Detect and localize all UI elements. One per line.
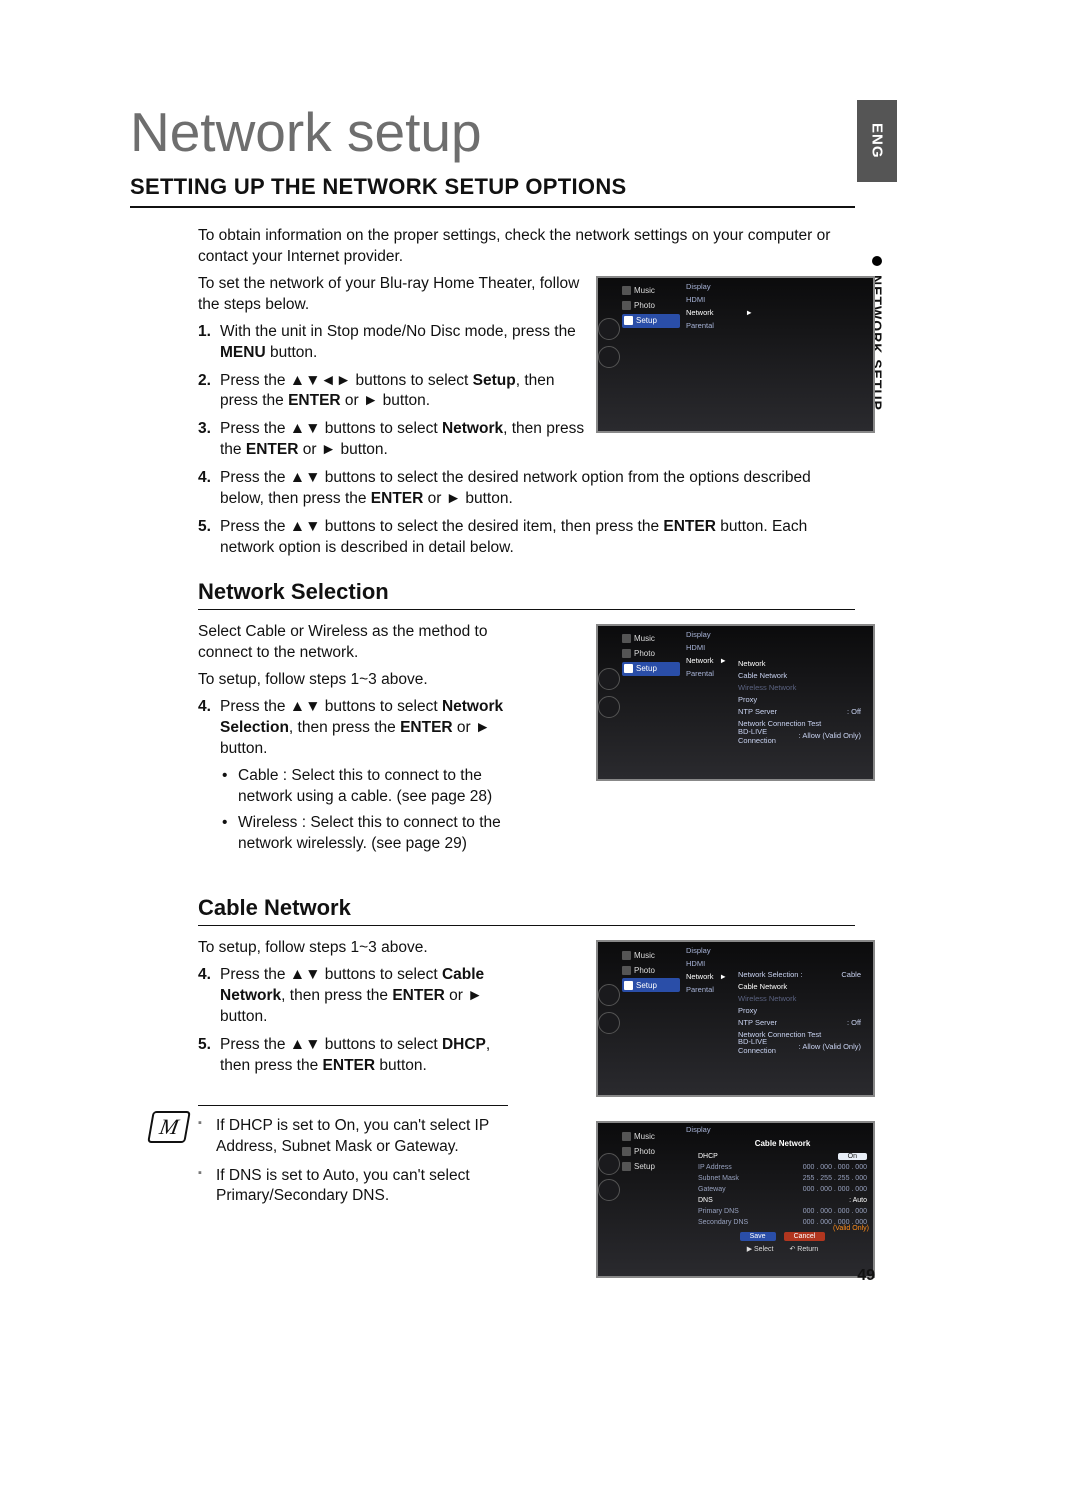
cancel-button: Cancel bbox=[784, 1232, 826, 1241]
step-4: 4.Press the ▲▼ buttons to select the des… bbox=[198, 468, 855, 510]
ns-step-4: 4.Press the ▲▼ buttons to select Network… bbox=[198, 697, 520, 760]
side-bullet bbox=[872, 256, 882, 266]
page-title: Network setup bbox=[130, 100, 855, 164]
sub-rule-2 bbox=[198, 925, 855, 926]
intro-paragraph-1: To obtain information on the proper sett… bbox=[130, 226, 855, 268]
step-2: 2.Press the ▲▼◄► buttons to select Setup… bbox=[198, 371, 588, 413]
photo-icon bbox=[622, 649, 631, 658]
step-3: 3.Press the ▲▼ buttons to select Network… bbox=[198, 419, 588, 461]
music-icon bbox=[622, 951, 631, 960]
tv-screenshot-1: Music Photo Setup Display HDMI Network► … bbox=[596, 276, 875, 433]
tv-screenshot-3: Music Photo Setup Display HDMI Network► … bbox=[596, 940, 875, 1097]
photo-icon bbox=[622, 966, 631, 975]
gear-icon bbox=[624, 664, 633, 673]
ns-bullet-cable: Cable : Select this to connect to the ne… bbox=[198, 766, 520, 808]
cn-step-4: 4.Press the ▲▼ buttons to select Cable N… bbox=[198, 965, 520, 1028]
music-icon bbox=[622, 1132, 631, 1141]
save-button: Save bbox=[740, 1232, 776, 1241]
note-box: M If DHCP is set to On, you can't select… bbox=[198, 1105, 508, 1208]
music-icon bbox=[622, 634, 631, 643]
ns-bullet-wireless: Wireless : Select this to connect to the… bbox=[198, 813, 520, 855]
cn-step-5: 5.Press the ▲▼ buttons to select DHCP, t… bbox=[198, 1035, 520, 1077]
step-1: 1.With the unit in Stop mode/No Disc mod… bbox=[198, 322, 588, 364]
subheading-cable-network: Cable Network bbox=[198, 895, 855, 921]
subheading-network-selection: Network Selection bbox=[198, 579, 855, 605]
heading-rule bbox=[130, 206, 855, 208]
section-heading: SETTING UP THE NETWORK SETUP OPTIONS bbox=[130, 174, 855, 200]
photo-icon bbox=[622, 1147, 631, 1156]
page-number: 49 bbox=[857, 1267, 875, 1285]
cn-para-1: To setup, follow steps 1~3 above. bbox=[130, 938, 520, 959]
gear-icon bbox=[622, 1162, 631, 1171]
photo-icon bbox=[622, 301, 631, 310]
note-icon: M bbox=[147, 1111, 191, 1143]
ns-para-2: To setup, follow steps 1~3 above. bbox=[130, 670, 520, 691]
intro-paragraph-2: To set the network of your Blu-ray Home … bbox=[130, 274, 588, 316]
gear-icon bbox=[624, 316, 633, 325]
tv-screenshot-4: Music Photo Setup Display Cable Network … bbox=[596, 1121, 875, 1278]
tv-screenshot-2: Music Photo Setup Display HDMI Network► … bbox=[596, 624, 875, 781]
music-icon bbox=[622, 286, 631, 295]
ns-para-1: Select Cable or Wireless as the method t… bbox=[130, 622, 520, 664]
sub-rule-1 bbox=[198, 609, 855, 610]
language-tab: ENG bbox=[857, 100, 897, 182]
note-1: If DHCP is set to On, you can't select I… bbox=[198, 1116, 508, 1158]
step-5: 5.Press the ▲▼ buttons to select the des… bbox=[198, 517, 855, 559]
note-2: If DNS is set to Auto, you can't select … bbox=[198, 1166, 508, 1208]
gear-icon bbox=[624, 981, 633, 990]
